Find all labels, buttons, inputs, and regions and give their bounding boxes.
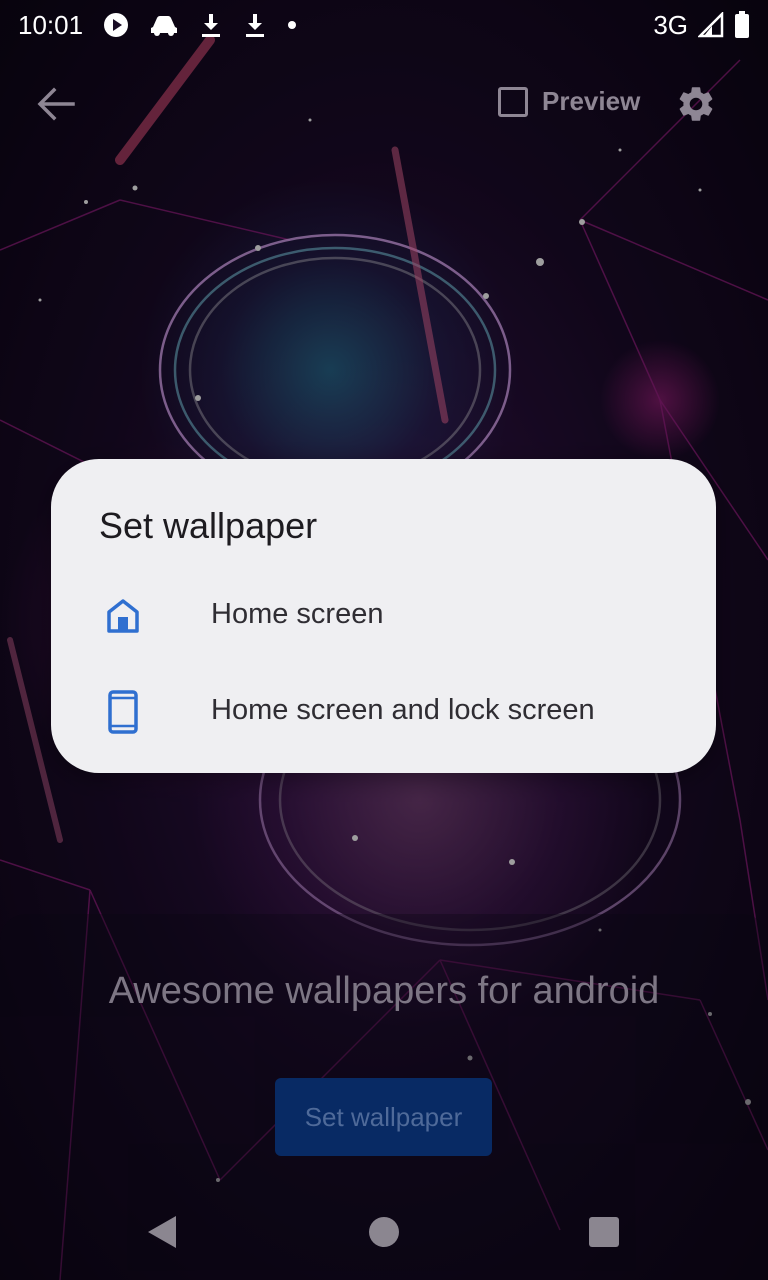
set-wallpaper-dialog: Set wallpaper Home screen Home screen an… <box>51 459 716 773</box>
play-icon <box>103 12 129 38</box>
car-icon <box>149 13 179 37</box>
set-wallpaper-button-label: Set wallpaper <box>304 1101 463 1132</box>
settings-button[interactable] <box>674 82 718 126</box>
status-time: 10:01 <box>18 9 84 40</box>
back-button[interactable] <box>34 84 78 124</box>
status-bar: 10:01 3G <box>0 0 768 50</box>
phone-icon <box>103 689 143 735</box>
network-type: 3G <box>653 9 688 40</box>
status-left: 10:01 <box>18 10 297 41</box>
dialog-title: Set wallpaper <box>99 505 318 546</box>
app-toolbar: Preview <box>0 72 768 136</box>
navigation-bar <box>0 1190 768 1280</box>
download-icon <box>199 12 223 38</box>
tagline: Awesome wallpapers for android <box>108 970 660 1012</box>
option-label-home-screen: Home screen <box>211 598 384 630</box>
option-label-home-and-lock-screen: Home screen and lock screen <box>211 694 595 726</box>
status-right: 3G <box>653 10 750 41</box>
preview-label: Preview <box>542 86 641 116</box>
dot-icon <box>287 20 297 30</box>
preview-toggle[interactable]: Preview <box>498 86 640 117</box>
option-home-and-lock-screen[interactable]: Home screen and lock screen <box>51 665 716 755</box>
arrow-left-icon <box>37 87 75 121</box>
set-wallpaper-button[interactable]: Set wallpaper <box>275 1078 492 1156</box>
gear-icon <box>679 87 713 121</box>
nav-home-icon[interactable] <box>369 1217 399 1247</box>
battery-icon <box>734 11 750 39</box>
option-home-screen[interactable]: Home screen <box>51 569 716 659</box>
download-icon <box>243 12 267 38</box>
nav-recents-icon[interactable] <box>589 1217 619 1247</box>
nav-back-icon[interactable] <box>146 1214 178 1255</box>
preview-checkbox[interactable] <box>498 86 528 117</box>
home-icon <box>103 593 143 639</box>
signal-icon <box>698 12 724 38</box>
